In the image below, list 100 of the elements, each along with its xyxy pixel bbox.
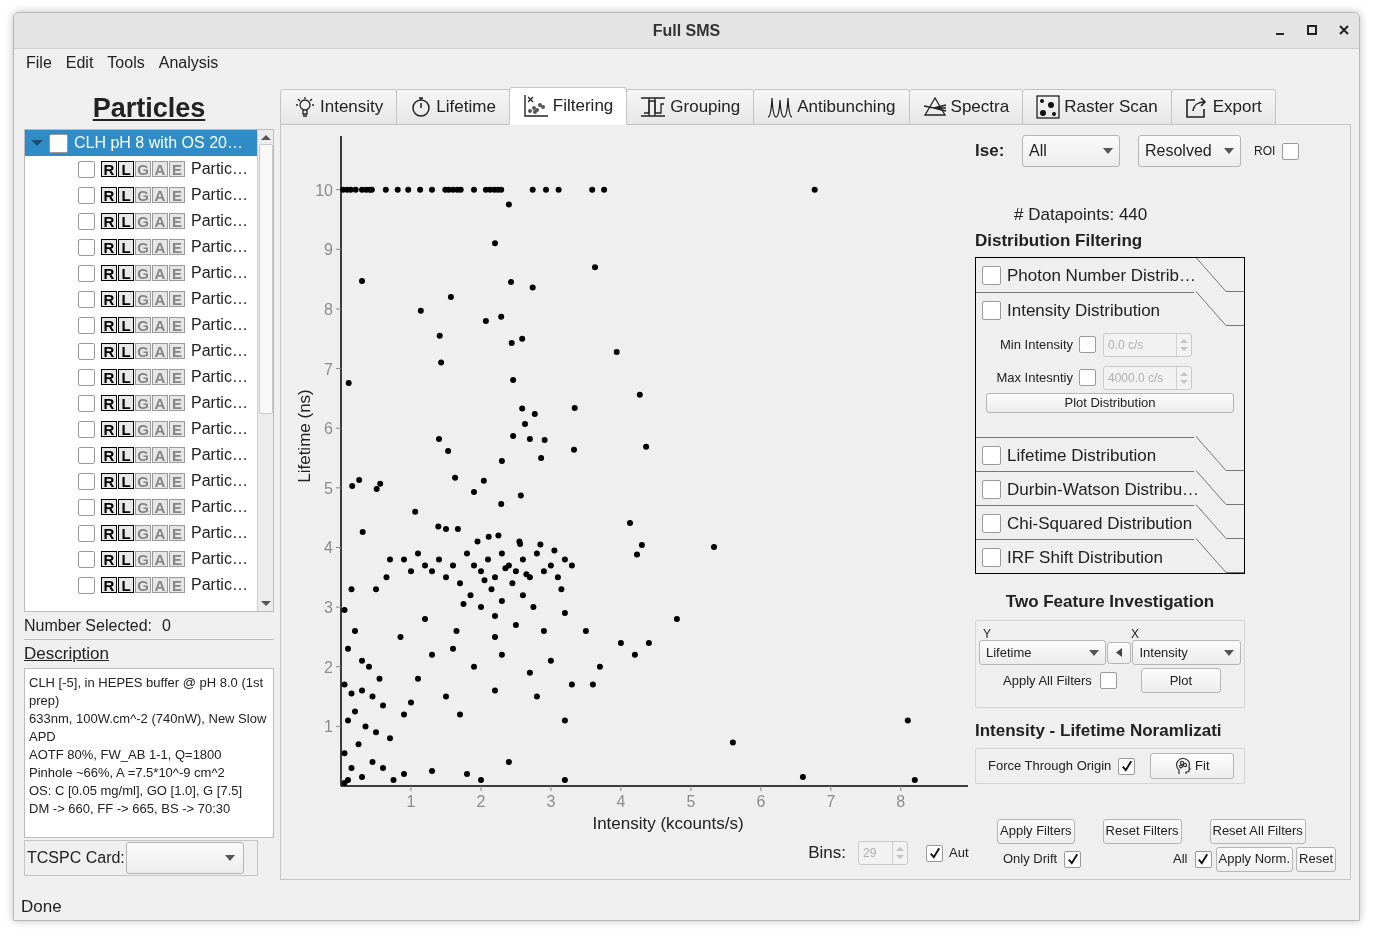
maximize-icon[interactable] [1305, 23, 1319, 37]
button[interactable]: Plot [1140, 668, 1221, 693]
checkbox[interactable] [78, 472, 95, 490]
tree-item[interactable]: R L G A E Partic… [25, 208, 257, 234]
checkbox[interactable] [78, 160, 95, 178]
tab[interactable]: Export [1170, 89, 1276, 125]
data-point [505, 759, 512, 766]
button[interactable]: Reset Filters [1102, 818, 1182, 844]
tab[interactable]: Filtering [508, 87, 628, 125]
tree-item[interactable]: R L G A E Partic… [25, 416, 257, 442]
collapsible-section[interactable]: Photon Number Distrib… [976, 258, 1194, 293]
tree-item[interactable]: R L G A E Partic… [25, 234, 257, 260]
checkbox[interactable] [78, 212, 95, 230]
tree-item[interactable]: R L G A E Partic… [25, 182, 257, 208]
tree-item[interactable]: R L G A E Partic… [25, 312, 257, 338]
flag-badge: L [118, 343, 134, 359]
data-point [394, 186, 401, 193]
dropdown[interactable]: Intensity [1132, 640, 1241, 665]
close-icon[interactable] [1337, 23, 1351, 37]
checkbox[interactable] [982, 480, 1001, 499]
data-point [526, 669, 533, 676]
checkbox[interactable] [78, 186, 95, 204]
button[interactable]: Apply Norm. [1215, 846, 1294, 872]
collapsible-section[interactable]: Intensity Distribution [976, 292, 1194, 328]
tree-item[interactable]: R L G A E Partic… [25, 442, 257, 468]
checkbox[interactable] [49, 133, 68, 153]
tree-item[interactable]: R L G A E Partic… [25, 572, 257, 598]
checkbox[interactable] [982, 446, 1001, 465]
checkbox[interactable] [78, 264, 95, 282]
checkbox[interactable] [982, 301, 1001, 320]
button[interactable]: Plot Distribution [986, 393, 1234, 413]
button[interactable]: Apply Filters [997, 818, 1075, 844]
button[interactable]: Fit [1150, 753, 1235, 779]
checkbox[interactable] [78, 524, 95, 542]
tree-item[interactable]: R L G A E Partic… [25, 494, 257, 520]
tree-item[interactable]: R L G A E Partic… [25, 286, 257, 312]
checkbox[interactable] [78, 394, 95, 412]
checkbox[interactable] [78, 446, 95, 464]
dropdown[interactable]: Lifetime [979, 640, 1106, 665]
tcspc-label: TCSPC Card: [27, 848, 125, 868]
checkbox[interactable] [78, 550, 95, 568]
collapsible-section[interactable]: Lifetime Distribution [976, 437, 1194, 473]
flag-badge: A [152, 369, 168, 385]
flag-badge: R [101, 161, 117, 177]
checkbox[interactable] [78, 576, 95, 594]
button[interactable]: Reset [1296, 846, 1336, 872]
checkbox[interactable] [78, 316, 95, 334]
menu-item[interactable]: File [26, 51, 52, 75]
collapsible-section[interactable]: IRF Shift Distribution [976, 539, 1194, 573]
checkbox[interactable] [982, 514, 1001, 533]
checkbox[interactable] [78, 238, 95, 256]
tree-item[interactable]: R L G A E Partic… [25, 260, 257, 286]
tab[interactable]: Lifetime [396, 89, 510, 125]
tree-item[interactable]: R L G A E Partic… [25, 390, 257, 416]
checkbox[interactable] [1282, 142, 1300, 160]
tree-item[interactable]: R L G A E Partic… [25, 364, 257, 390]
tab[interactable]: Intensity [280, 89, 398, 125]
tree-item[interactable]: R L G A E Partic… [25, 338, 257, 364]
button[interactable]: Reset All Filters [1209, 818, 1306, 844]
swap-button[interactable] [1106, 641, 1132, 664]
checkbox[interactable] [78, 290, 95, 308]
tree-item[interactable]: R L G A E Partic… [25, 520, 257, 546]
menu-item[interactable]: Analysis [158, 51, 219, 75]
left-arrow-icon [1115, 648, 1122, 657]
data-point [383, 574, 390, 581]
tree-item[interactable]: R L G A E Partic… [25, 468, 257, 494]
tab[interactable]: Grouping [626, 89, 755, 125]
flag-badge: G [135, 343, 151, 359]
checkbox[interactable] [78, 368, 95, 386]
flag-badge: R [101, 551, 117, 567]
checkbox[interactable] [982, 548, 1001, 567]
checkbox[interactable] [78, 498, 95, 516]
expand-arrow-icon[interactable] [31, 139, 43, 147]
checkbox[interactable] [78, 342, 95, 360]
checkbox[interactable] [78, 420, 95, 438]
tree-item[interactable]: R L G A E Partic… [25, 156, 257, 182]
dropdown[interactable]: All [1022, 135, 1120, 167]
collapsible-section[interactable]: Chi-Squared Distribution [976, 505, 1194, 541]
dropdown[interactable] [125, 842, 244, 874]
dropdown[interactable]: Resolved [1138, 135, 1241, 167]
tree-item[interactable]: R L G A E Partic… [25, 546, 257, 572]
checkbox[interactable] [1099, 672, 1117, 689]
tab[interactable]: Spectra [908, 89, 1024, 125]
menu-item[interactable]: Edit [65, 51, 94, 75]
flag-badge: L [118, 473, 134, 489]
tab[interactable]: Antibunching [753, 89, 910, 125]
flag-badge: R [101, 187, 117, 203]
tab[interactable]: Raster Scan [1022, 89, 1172, 125]
scrollbar[interactable] [257, 130, 273, 611]
tree-item[interactable]: CLH pH 8 with OS 20… [25, 130, 257, 156]
tree-item-label: Partic… [191, 497, 248, 517]
checkbox[interactable] [1118, 757, 1136, 775]
checkbox[interactable] [1194, 850, 1212, 868]
data-point [464, 550, 470, 557]
checkbox[interactable] [1064, 850, 1082, 868]
checkbox[interactable] [982, 266, 1001, 285]
flag-badge: R [101, 291, 117, 307]
menu-item[interactable]: Tools [107, 51, 145, 75]
field-label: Max Intesntiy [996, 368, 1073, 387]
flag-badge: A [152, 447, 168, 463]
